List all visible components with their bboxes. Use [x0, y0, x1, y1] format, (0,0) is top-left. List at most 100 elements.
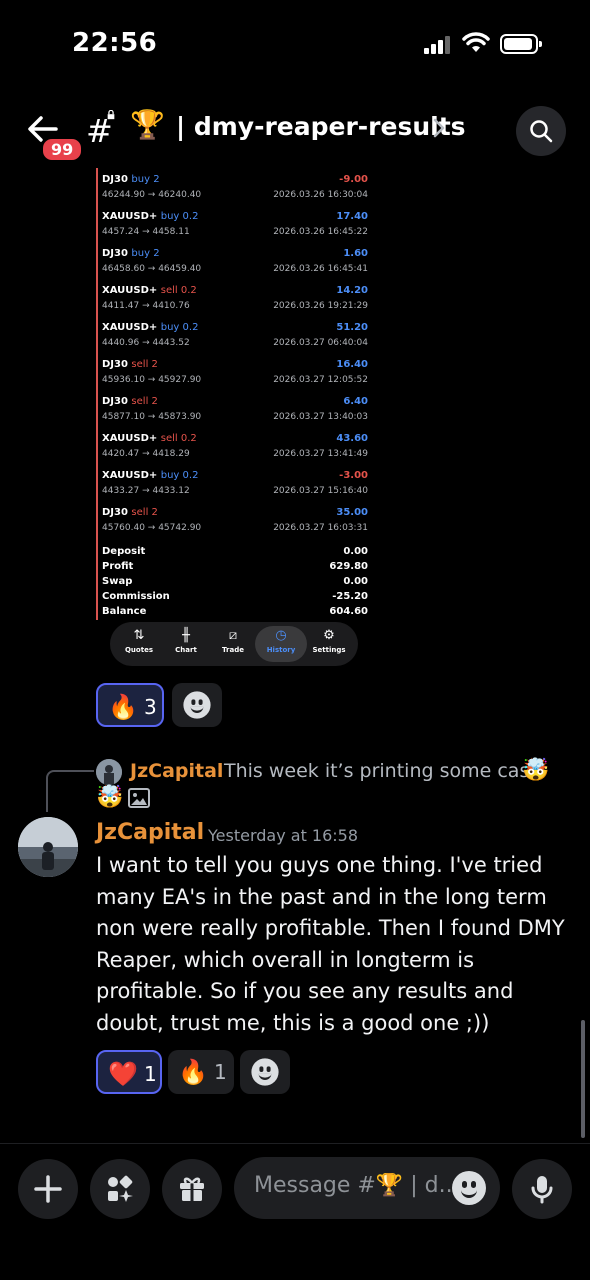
trade-side: buy 0.2 [160, 211, 199, 222]
reply-connector [46, 770, 94, 812]
fire-emoji: 🔥 [178, 1058, 208, 1086]
trade-date: 2026.03.26 19:21:29 [273, 301, 368, 311]
trade-symbol: DJ30 sell 2 [102, 507, 158, 518]
add-reaction-button[interactable] [172, 683, 222, 727]
trade-side: sell 2 [131, 396, 158, 407]
summary-row: Commission -25.20 [102, 591, 368, 602]
status-bar: 22:56 [0, 0, 590, 90]
trade-symbol: XAUUSD+ sell 0.2 [102, 433, 197, 444]
trade-date: 2026.03.27 15:16:40 [273, 486, 368, 496]
trade-prices: 46244.90 → 46240.40 [102, 190, 202, 200]
tab-history: ◷ History [255, 626, 307, 662]
add-reaction-icon [251, 1058, 279, 1086]
trade-symbol: DJ30 sell 2 [102, 359, 158, 370]
add-button[interactable] [18, 1159, 78, 1219]
trade-date: 2026.03.27 13:41:49 [273, 449, 368, 459]
reply-text[interactable]: This week it’s printing some cash [224, 760, 541, 782]
trade-profit: 16.40 [336, 359, 368, 370]
tab-trade: ⧄ Trade [210, 626, 256, 662]
trade-side: sell 2 [131, 507, 158, 518]
reaction-fire[interactable]: 🔥 1 [168, 1050, 234, 1094]
trade-date: 2026.03.27 16:03:31 [273, 523, 368, 533]
trade-side: buy 2 [131, 248, 160, 259]
emoji-icon[interactable] [452, 1171, 486, 1205]
trade-date: 2026.03.26 16:45:41 [273, 264, 368, 274]
trade-prices: 4420.47 → 4418.29 [102, 449, 190, 459]
trade-symbol: XAUUSD+ buy 0.2 [102, 470, 199, 481]
search-icon [530, 120, 553, 143]
add-reaction-icon [183, 691, 211, 719]
trade-prices: 4440.96 → 4443.52 [102, 338, 190, 348]
history-clock-icon: ◷ [275, 628, 287, 643]
gift-button[interactable] [162, 1159, 222, 1219]
trade-prices: 45936.10 → 45927.90 [102, 375, 202, 385]
message-placeholder: Message #🏆 | d.. [254, 1173, 453, 1198]
exploding-head-emoji: 🤯 [96, 785, 124, 810]
trade-row: DJ30 buy 2 46458.60 → 46459.40 1.60 2026.03… [100, 244, 370, 281]
channel-header: 99 # 🏆 | dmy-reaper-results [0, 100, 590, 163]
voice-button[interactable] [512, 1159, 572, 1219]
tab-chart: ╫ Chart [163, 626, 209, 662]
trade-prices: 4433.27 → 4433.12 [102, 486, 190, 496]
lock-icon [107, 110, 115, 120]
avatar[interactable] [18, 817, 78, 877]
candlestick-icon: ╫ [182, 628, 190, 643]
channel-title[interactable]: | dmy-reaper-results [176, 112, 466, 141]
trade-prices: 45760.40 → 45742.90 [102, 523, 202, 533]
trade-side: sell 2 [131, 359, 158, 370]
trade-side: buy 2 [131, 174, 160, 185]
summary-row: Swap 0.00 [102, 576, 368, 587]
trade-date: 2026.03.27 12:05:52 [273, 375, 368, 385]
reaction-count: 3 [144, 695, 157, 719]
trade-profit: 1.60 [343, 248, 368, 259]
trade-prices: 4411.47 → 4410.76 [102, 301, 190, 311]
reaction-count: 1 [214, 1060, 227, 1084]
image-icon [128, 788, 150, 808]
message-text: I want to tell you guys one thing. I've … [96, 853, 565, 1035]
avatar[interactable] [96, 759, 122, 785]
chevron-right-icon[interactable] [432, 116, 446, 140]
battery-icon [500, 34, 542, 54]
reaction-heart[interactable]: ❤️ 1 [96, 1050, 162, 1094]
reaction-fire[interactable]: 🔥 3 [96, 683, 164, 727]
message-author[interactable]: JzCapital [96, 820, 204, 845]
trade-profit: -9.00 [339, 174, 368, 185]
exploding-head-emoji: 🤯 [522, 758, 550, 783]
message-input[interactable]: Message #🏆 | d.. [234, 1157, 500, 1219]
heart-emoji: ❤️ [108, 1060, 138, 1088]
apps-icon [108, 1175, 133, 1202]
trade-side: buy 0.2 [160, 470, 199, 481]
add-reaction-button[interactable] [240, 1050, 290, 1094]
search-button[interactable] [516, 106, 566, 156]
trade-row: DJ30 sell 2 45760.40 → 45742.90 35.00 2026.… [100, 503, 370, 540]
summary-row: Profit 629.80 [102, 561, 368, 572]
trend-chart-icon: ⧄ [228, 628, 238, 643]
unread-badge: 99 [40, 136, 85, 163]
message-timestamp: Yesterday at 16:58 [208, 826, 359, 845]
trade-history-screenshot[interactable]: DJ30 buy 2 46244.90 → 46240.40 -9.00 2026.0… [96, 168, 372, 620]
tab-quotes: ⇅ Quotes [116, 626, 162, 662]
gift-icon [180, 1177, 204, 1201]
trade-profit: 51.20 [336, 322, 368, 333]
gear-icon: ⚙ [323, 628, 335, 643]
trade-side: sell 0.2 [160, 433, 197, 444]
trade-date: 2026.03.26 16:45:22 [273, 227, 368, 237]
trade-profit: 43.60 [336, 433, 368, 444]
plus-icon [34, 1175, 62, 1203]
trade-profit: 6.40 [343, 396, 368, 407]
status-time: 22:56 [72, 28, 158, 58]
trade-prices: 46458.60 → 46459.40 [102, 264, 202, 274]
trade-side: sell 0.2 [160, 285, 197, 296]
trade-row: XAUUSD+ buy 0.2 4433.27 → 4433.12 -3.00 202… [100, 466, 370, 503]
scrollbar[interactable] [581, 1020, 585, 1138]
trophy-icon: 🏆 [130, 108, 165, 141]
mt-tab-bar: ⇅ Quotes ╫ Chart ⧄ Trade ◷ History ⚙ Settings [110, 622, 358, 666]
reply-author[interactable]: JzCapital [130, 760, 223, 782]
trade-profit: 35.00 [336, 507, 368, 518]
trade-date: 2026.03.26 16:30:04 [273, 190, 368, 200]
apps-button[interactable] [90, 1159, 150, 1219]
trade-symbol: DJ30 buy 2 [102, 174, 160, 185]
trade-symbol: XAUUSD+ buy 0.2 [102, 211, 199, 222]
tab-settings: ⚙ Settings [306, 626, 352, 662]
trade-symbol: XAUUSD+ buy 0.2 [102, 322, 199, 333]
